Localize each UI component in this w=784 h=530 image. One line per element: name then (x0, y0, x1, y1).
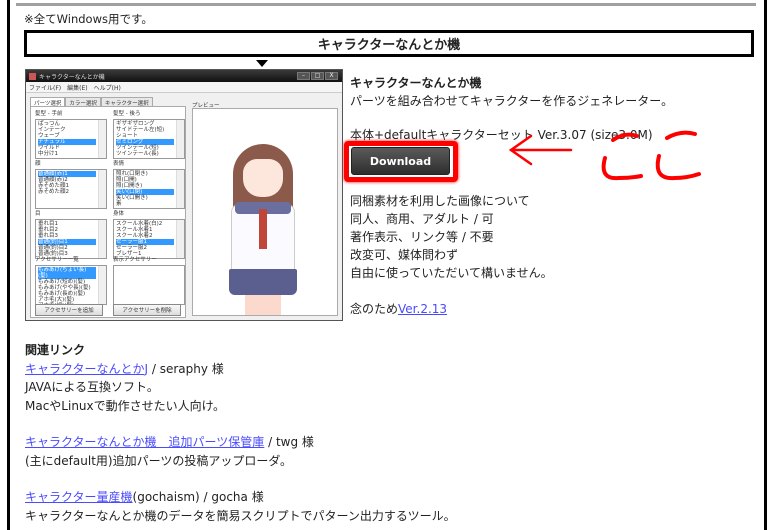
app-listbox: スクール水着(白)2 スクール水着1 スクール水着2 セーラー服1 セーラー服2 ブレザー… (113, 219, 185, 259)
related-desc: JAVAによる互換ソフト。 (25, 380, 159, 394)
app-scrollbar (98, 220, 106, 258)
app-group-label: 身体 (113, 211, 125, 217)
app-scrollbar (98, 266, 106, 304)
related-desc: MacやLinuxで動作させたい人向け。 (25, 398, 226, 413)
related-item: キャラクター量産機(gochaism) / gocha 様 (25, 488, 456, 507)
old-version-link[interactable]: Ver.2.13 (398, 302, 447, 316)
related-link-characterj[interactable]: キャラクターなんとかJ (25, 362, 148, 376)
app-add-accessory-button: アクセサリーを追加 (35, 304, 103, 316)
related-author: (gochaism) / gocha 様 (132, 490, 264, 504)
license-line: 著作表示、リンク等 / 不要 (350, 230, 494, 244)
app-list-item: ツインテール(長) (116, 151, 159, 157)
character-tie (259, 209, 267, 249)
app-group: アクセサリー一覧もみあげ(ちょい長)(髪) もみあげ(短め)(髪) もみあげ(やや長… (35, 255, 107, 309)
product-title: キャラクターなんとか機 (350, 76, 482, 90)
app-group-label: アクセサリー一覧 (35, 257, 79, 263)
app-parts-panel: 髪型 - 手前 ぱっつん インテーク ウェーブ ナチュラル ワイルド 中分け1 髪型 - 後ろ… (30, 106, 186, 318)
character-face (243, 159, 283, 197)
related-author: / twg 様 (264, 435, 314, 449)
related-desc: (主にdefault用)追加パーツの投稿アップローダ。 (25, 453, 292, 468)
app-titlebar: キャラクターなんとか機 – □ X (26, 70, 342, 82)
app-group: 目垂れ目1 垂れ目2 垂れ目3 普通(釣)目1 普通(釣)目2 普通(釣)目3 (35, 209, 107, 259)
app-list-item: 赤そめた顔2 (38, 189, 69, 195)
app-listbox: 普通顔(赤)1 普通顔(赤)2 赤そめた顔1 赤そめた顔2 (35, 169, 107, 209)
app-scrollbar (176, 220, 184, 258)
app-icon (29, 72, 36, 80)
app-group: 髪型 - 後ろギザギザロング サイドテール左(短) ショート セミロング ツインテール(… (113, 109, 185, 159)
related-desc: キャラクターなんとか機のデータを簡易スクリプトでパターン出力するツール。 (25, 508, 456, 523)
app-group-label: 顔 (35, 161, 41, 167)
app-group: 身体スクール水着(白)2 スクール水着1 スクール水着2 セーラー服1 セーラー服2 ブレ… (113, 209, 185, 259)
license-line: 改変可、媒体問わず (350, 248, 459, 262)
app-listbox: 照れ(口閉き) 照(口開) 照(口開き) 笑い(口閉) 笑い(口開き) 素 (113, 169, 185, 209)
top-divider (16, 3, 756, 6)
app-scrollbar (98, 170, 106, 208)
related-item: キャラクターなんとかJ / seraphy 様 (25, 360, 456, 379)
app-group-label: 髪型 - 手前 (35, 111, 63, 117)
section-title-text: キャラクターなんとか機 (317, 38, 461, 53)
app-menu-edit: 編集(E) (67, 84, 88, 92)
app-group: 表示アクセサリー (113, 255, 185, 305)
related-author: / seraphy 様 (148, 361, 224, 376)
related-link-mass-production[interactable]: キャラクター量産機 (25, 490, 133, 504)
related-item: キャラクターなんとか機 追加パーツ保管庫 / twg 様 (25, 433, 456, 452)
app-scrollbar (176, 120, 184, 158)
old-version: 念のためVer.2.13 (350, 300, 447, 317)
license-line: 自由に使っていただいて構いません。 (350, 266, 553, 280)
app-listbox (113, 265, 185, 305)
app-list-item: 素 (116, 201, 122, 207)
license-line: 同人、商用、アダルト / 可 (350, 212, 494, 226)
app-listbox: ギザギザロング サイドテール左(短) ショート セミロング ツインテール(短) ツインテー… (113, 119, 185, 159)
old-version-prefix: 念のため (350, 302, 399, 316)
app-group: 髪型 - 手前ぱっつん インテーク ウェーブ ナチュラル ワイルド 中分け1 (35, 109, 107, 159)
app-window-title: キャラクターなんとか機 (39, 73, 105, 81)
related-links-heading: 関連リンク (25, 343, 86, 357)
app-screenshot: キャラクターなんとか機 – □ X ファイル(F) 編集(E) ヘルプ(H) パ… (25, 69, 343, 321)
close-icon: X (325, 72, 338, 80)
product-info: キャラクターなんとか機 パーツを組み合わせてキャラクターを作るジェネレーター。 (350, 74, 673, 110)
app-menu-file: ファイル(F) (29, 84, 62, 92)
app-menubar: ファイル(F) 編集(E) ヘルプ(H) (26, 82, 342, 93)
app-listbox: 垂れ目1 垂れ目2 垂れ目3 普通(釣)目1 普通(釣)目2 普通(釣)目3 (35, 219, 107, 259)
app-menu-help: ヘルプ(H) (93, 84, 121, 92)
app-group: 顔普通顔(赤)1 普通顔(赤)2 赤そめた顔1 赤そめた顔2 (35, 159, 107, 209)
app-listbox: もみあげ(ちょい長)(髪) もみあげ(短め)(髪) もみあげ(やや長)(髪) もみあげ… (35, 265, 107, 309)
down-triangle-icon (256, 60, 268, 67)
app-scrollbar (98, 120, 106, 158)
character-legs (245, 295, 281, 315)
preview-pane (192, 108, 338, 316)
app-group-label: 髪型 - 後ろ (113, 111, 141, 117)
app-scrollbar (176, 170, 184, 208)
app-group-label: 表示アクセサリー (113, 257, 157, 263)
app-list-item: もみあげ(ちょい長)(髪) (38, 267, 96, 279)
app-remove-accessory-button: アクセサリーを削除 (113, 304, 181, 316)
app-listbox: ぱっつん インテーク ウェーブ ナチュラル ワイルド 中分け1 (35, 119, 107, 159)
page-border-right (764, 0, 767, 530)
koko-handwriting (601, 130, 701, 181)
windows-note: ※全てWindows用です。 (24, 12, 153, 26)
app-list-item: 中分け1 (38, 151, 58, 157)
app-group-label: 目 (35, 211, 41, 217)
left-arrow-icon (508, 134, 573, 166)
app-group-label: 表情 (113, 161, 125, 167)
related-links: 関連リンク キャラクターなんとかJ / seraphy 様 JAVAによる互換ソ… (25, 341, 456, 525)
download-button[interactable]: Download (351, 147, 450, 175)
maximize-icon: □ (311, 72, 324, 80)
section-title: キャラクターなんとか機 (24, 30, 754, 57)
page-border-left (7, 0, 10, 530)
product-description: パーツを組み合わせてキャラクターを作るジェネレーター。 (350, 94, 674, 108)
license-line: 同梱素材を利用した画像について (350, 194, 530, 208)
related-link-parts-archive[interactable]: キャラクターなんとか機 追加パーツ保管庫 (25, 435, 264, 449)
app-group: 表情照れ(口閉き) 照(口開) 照(口開き) 笑い(口閉) 笑い(口開き) 素 (113, 159, 185, 209)
minimize-icon: – (297, 72, 310, 80)
character-skirt (229, 269, 297, 295)
license-info: 同梱素材を利用した画像について 同人、商用、アダルト / 可 著作表示、リンク等… (350, 192, 553, 282)
